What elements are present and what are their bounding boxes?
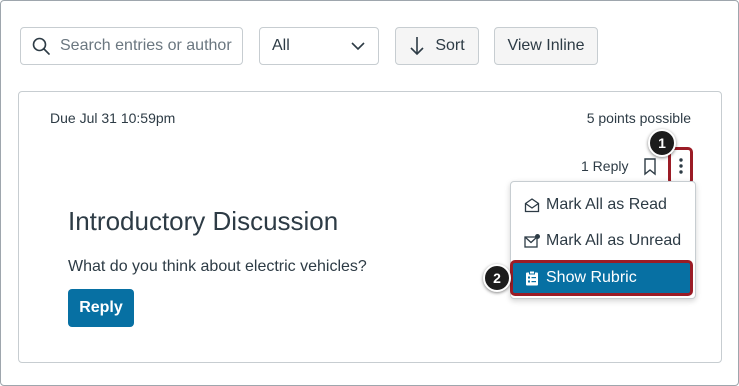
menu-item-label: Show Rubric [546, 269, 637, 286]
sort-button-label: Sort [435, 37, 465, 54]
menu-item-label: Mark All as Read [546, 196, 667, 213]
sort-button[interactable]: Sort [395, 27, 479, 65]
envelope-unread-icon [524, 234, 540, 248]
menu-item-label: Mark All as Unread [546, 232, 682, 249]
step-callout-2: 2 [483, 264, 511, 292]
search-input[interactable] [60, 37, 235, 55]
kebab-menu-icon [678, 158, 683, 174]
window-frame: All Sort View Inline Due Jul 31 10:59pm … [0, 0, 739, 386]
discussion-title: Introductory Discussion [68, 206, 339, 236]
step-callout-1: 1 [648, 129, 676, 157]
points-possible: 5 points possible [586, 110, 691, 126]
menu-item-show-rubric[interactable]: Show Rubric [510, 260, 693, 296]
bookmark-icon[interactable] [643, 158, 657, 176]
view-inline-button[interactable]: View Inline [494, 27, 598, 65]
filter-select-value: All [272, 37, 290, 54]
menu-item-mark-all-unread[interactable]: Mark All as Unread [511, 224, 697, 258]
search-icon [32, 37, 50, 55]
chevron-down-icon [351, 42, 365, 51]
rubric-icon [526, 270, 538, 286]
menu-item-mark-all-read[interactable]: Mark All as Read [511, 188, 697, 222]
reply-button[interactable]: Reply [68, 289, 134, 327]
reply-count: 1 Reply [581, 158, 629, 174]
arrow-down-icon [410, 37, 424, 56]
filter-select[interactable]: All [259, 27, 379, 65]
envelope-open-icon [524, 198, 540, 213]
view-inline-label: View Inline [507, 37, 585, 54]
options-menu: Mark All as Read Mark All as Unread Show… [510, 181, 696, 299]
discussion-prompt: What do you think about electric vehicle… [68, 258, 367, 275]
due-date: Due Jul 31 10:59pm [50, 110, 176, 126]
search-box[interactable] [20, 27, 243, 65]
